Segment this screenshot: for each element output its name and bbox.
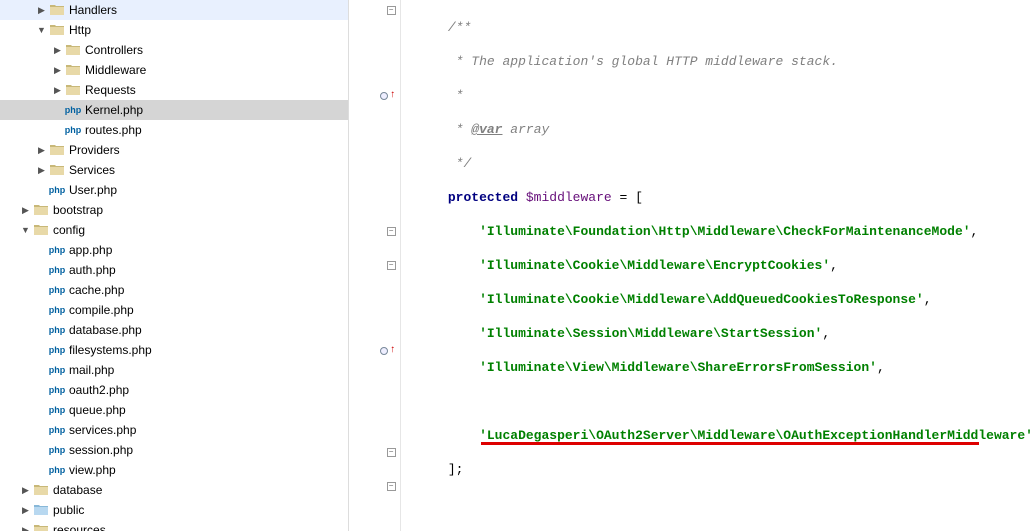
tree-folder-database[interactable]: ▶database [0, 480, 348, 500]
tree-folder-resources[interactable]: ▶resources [0, 520, 348, 531]
folder-icon [65, 82, 81, 98]
php-file-icon: php [49, 402, 65, 418]
tree-file-view[interactable]: ▶phpview.php [0, 460, 348, 480]
tree-file-auth[interactable]: ▶phpauth.php [0, 260, 348, 280]
tree-folder-middleware[interactable]: ▶Middleware [0, 60, 348, 80]
folder-icon [33, 482, 49, 498]
tree-file-queue[interactable]: ▶phpqueue.php [0, 400, 348, 420]
folder-icon [33, 222, 49, 238]
tree-file-oauth2[interactable]: ▶phpoauth2.php [0, 380, 348, 400]
chevron-right-icon: ▶ [52, 65, 63, 76]
folder-icon [49, 162, 65, 178]
php-file-icon: php [49, 282, 65, 298]
tree-file-user[interactable]: ▶phpUser.php [0, 180, 348, 200]
highlight-underline [481, 442, 979, 445]
tree-folder-http[interactable]: ▼Http [0, 20, 348, 40]
code-content[interactable]: /** * The application's global HTTP midd… [401, 0, 1033, 531]
folder-icon [33, 202, 49, 218]
tree-file-routes[interactable]: ▶phproutes.php [0, 120, 348, 140]
chevron-right-icon: ▶ [52, 85, 63, 96]
tree-folder-handlers[interactable]: ▶Handlers [0, 0, 348, 20]
php-file-icon: php [65, 122, 81, 138]
tree-file-services-cfg[interactable]: ▶phpservices.php [0, 420, 348, 440]
folder-icon [65, 42, 81, 58]
fold-icon[interactable]: − [387, 482, 396, 491]
folder-icon [33, 502, 49, 518]
tree-folder-services[interactable]: ▶Services [0, 160, 348, 180]
php-file-icon: php [49, 262, 65, 278]
chevron-right-icon: ▶ [36, 165, 47, 176]
php-file-icon: php [49, 322, 65, 338]
tree-file-database-cfg[interactable]: ▶phpdatabase.php [0, 320, 348, 340]
chevron-down-icon: ▼ [36, 25, 47, 36]
fold-icon[interactable]: − [387, 448, 396, 457]
tree-folder-bootstrap[interactable]: ▶bootstrap [0, 200, 348, 220]
php-file-icon: php [49, 242, 65, 258]
php-file-icon: php [49, 362, 65, 378]
code-editor[interactable]: − ↑ − − ↑ − − /** * The application's gl… [349, 0, 1033, 531]
fold-icon[interactable]: − [387, 261, 396, 270]
tree-file-kernel[interactable]: ▶phpKernel.php [0, 100, 348, 120]
tree-folder-config[interactable]: ▼config [0, 220, 348, 240]
fold-icon[interactable]: − [387, 6, 396, 15]
folder-icon [49, 142, 65, 158]
folder-icon [65, 62, 81, 78]
chevron-down-icon: ▼ [20, 225, 31, 236]
tree-file-filesystems[interactable]: ▶phpfilesystems.php [0, 340, 348, 360]
breakpoint-icon[interactable] [380, 347, 388, 355]
php-file-icon: php [49, 182, 65, 198]
chevron-right-icon: ▶ [20, 525, 31, 531]
chevron-right-icon: ▶ [52, 45, 63, 56]
tree-file-session[interactable]: ▶phpsession.php [0, 440, 348, 460]
chevron-right-icon: ▶ [20, 505, 31, 516]
chevron-right-icon: ▶ [36, 5, 47, 16]
tree-file-cache[interactable]: ▶phpcache.php [0, 280, 348, 300]
editor-gutter[interactable]: − ↑ − − ↑ − − [349, 0, 401, 531]
tree-folder-public[interactable]: ▶public [0, 500, 348, 520]
folder-icon [49, 2, 65, 18]
project-tree[interactable]: ▶Handlers ▼Http ▶Controllers ▶Middleware… [0, 0, 349, 531]
override-up-icon: ↑ [390, 345, 396, 356]
tree-file-app[interactable]: ▶phpapp.php [0, 240, 348, 260]
tree-folder-controllers[interactable]: ▶Controllers [0, 40, 348, 60]
chevron-right-icon: ▶ [20, 485, 31, 496]
php-file-icon: php [49, 422, 65, 438]
php-file-icon: php [65, 102, 81, 118]
override-up-icon: ↑ [390, 90, 396, 101]
php-file-icon: php [49, 462, 65, 478]
php-file-icon: php [49, 442, 65, 458]
breakpoint-icon[interactable] [380, 92, 388, 100]
folder-icon [49, 22, 65, 38]
tree-folder-requests[interactable]: ▶Requests [0, 80, 348, 100]
php-file-icon: php [49, 302, 65, 318]
tree-file-compile[interactable]: ▶phpcompile.php [0, 300, 348, 320]
folder-icon [33, 522, 49, 531]
php-file-icon: php [49, 382, 65, 398]
php-file-icon: php [49, 342, 65, 358]
chevron-right-icon: ▶ [36, 145, 47, 156]
fold-icon[interactable]: − [387, 227, 396, 236]
tree-folder-providers[interactable]: ▶Providers [0, 140, 348, 160]
tree-file-mail[interactable]: ▶phpmail.php [0, 360, 348, 380]
chevron-right-icon: ▶ [20, 205, 31, 216]
